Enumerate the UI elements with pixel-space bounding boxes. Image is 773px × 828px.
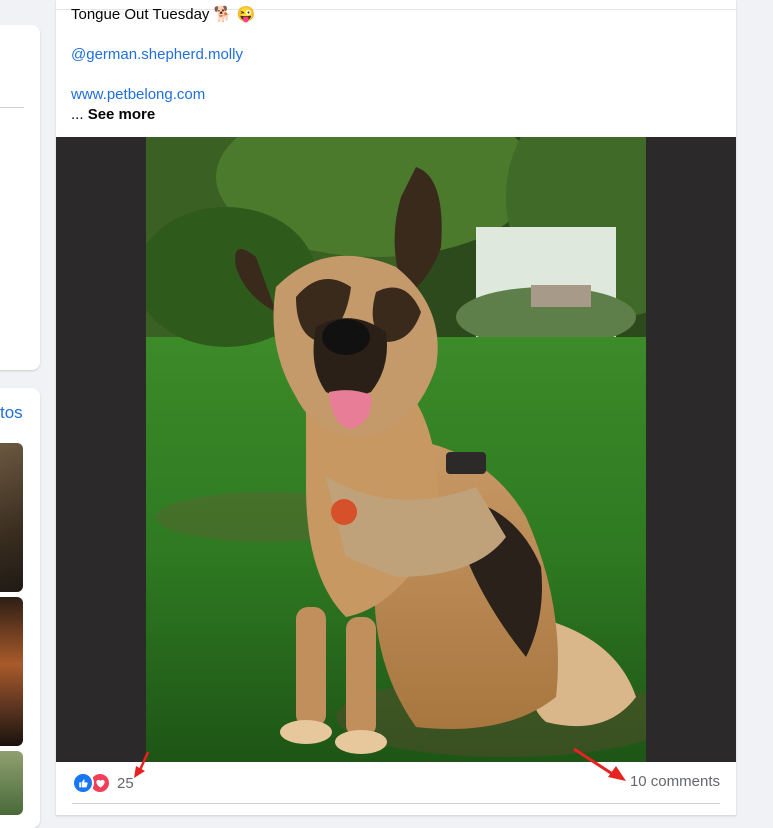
ellipsis: ... (71, 106, 84, 123)
post-photo-frame (56, 137, 736, 762)
see-more-button[interactable]: ... See more (71, 105, 155, 125)
post-card: Tongue Out Tuesday 🐕 😜 @german.shepherd.… (56, 0, 736, 815)
see-more-label: See more (87, 106, 156, 123)
reaction-count: 25 (117, 774, 134, 792)
sidebar-divider (0, 107, 24, 108)
photo-thumbnail[interactable] (0, 597, 23, 746)
mention-link[interactable]: @german.shepherd.molly (71, 45, 243, 65)
photo-thumbnail[interactable] (0, 751, 23, 815)
photos-link[interactable]: tos (0, 403, 23, 423)
post-photo[interactable] (146, 137, 646, 762)
website-link[interactable]: www.petbelong.com (71, 85, 205, 105)
left-sidebar-card (0, 25, 40, 370)
comments-count-link[interactable]: 10 comments (630, 773, 720, 790)
post-footer-divider (72, 803, 720, 804)
like-icon (72, 772, 94, 794)
photo-thumbnail[interactable] (0, 443, 23, 592)
reactions-summary[interactable]: 25 (72, 772, 134, 794)
post-text: Tongue Out Tuesday 🐕 😜 (71, 6, 256, 23)
